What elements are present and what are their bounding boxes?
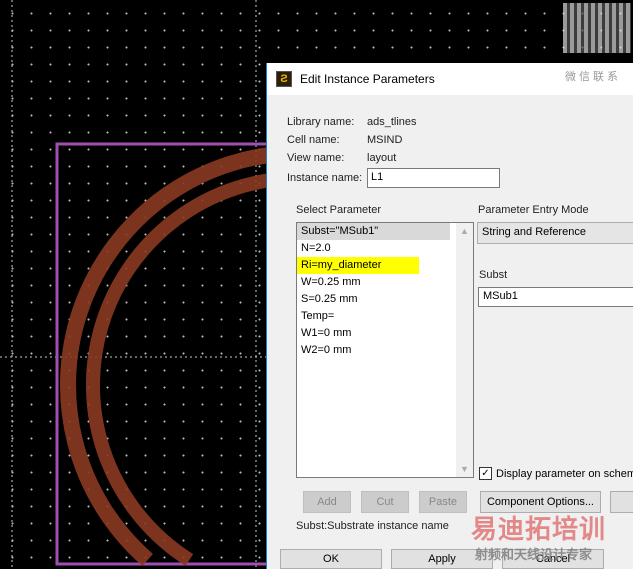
view-label: View name: (287, 152, 345, 164)
parameter-list-scrollbar[interactable]: ▲ ▼ (456, 223, 473, 477)
watermark-sub: 射频和天线设计专家 (475, 547, 593, 562)
library-value: ads_tlines (367, 116, 417, 128)
qr-caption: 微信联系 (565, 71, 621, 83)
entry-mode-label: Parameter Entry Mode (478, 204, 589, 216)
subst-input[interactable]: MSub1 (478, 287, 633, 307)
add-button[interactable]: Add (303, 491, 351, 513)
library-name-row: Library name: ads_tlines (287, 116, 417, 128)
checkbox-checked-icon[interactable]: ✓ (479, 467, 492, 480)
parameter-list[interactable]: Subst="MSub1" N=2.0 Ri=my_diameter W=0.2… (296, 222, 474, 478)
display-parameter-label: Display parameter on schematic (496, 467, 633, 480)
app-icon: Ƨ (276, 71, 292, 87)
ok-button[interactable]: OK (280, 549, 382, 569)
parameter-description: Subst:Substrate instance name (296, 520, 449, 532)
select-parameter-label: Select Parameter (296, 204, 381, 216)
watermark-main: 易迪拓培训 (471, 514, 607, 544)
scroll-up-icon[interactable]: ▲ (460, 226, 469, 236)
cut-button[interactable]: Cut (361, 491, 409, 513)
param-item-w[interactable]: W=0.25 mm (297, 274, 450, 291)
param-item-temp[interactable]: Temp= (297, 308, 450, 325)
instance-label: Instance name: (287, 172, 363, 184)
scroll-down-icon[interactable]: ▼ (460, 464, 469, 474)
cell-name-row: Cell name: MSIND (287, 134, 402, 146)
param-item-s[interactable]: S=0.25 mm (297, 291, 450, 308)
view-name-row: View name: layout (287, 152, 396, 164)
edit-instance-parameters-dialog: Ƨ Edit Instance Parameters Library name:… (266, 63, 633, 569)
param-item-w1[interactable]: W1=0 mm (297, 325, 450, 342)
subst-label: Subst (479, 269, 508, 281)
library-label: Library name: (287, 116, 355, 128)
dialog-title: Edit Instance Parameters (300, 72, 435, 86)
param-item-subst[interactable]: Subst="MSub1" (297, 223, 450, 240)
instance-name-input[interactable]: L1 (367, 168, 500, 188)
param-item-ri[interactable]: Ri=my_diameter (297, 257, 419, 274)
entry-mode-select[interactable]: String and Reference (477, 222, 633, 244)
view-value: layout (367, 152, 397, 164)
param-item-n[interactable]: N=2.0 (297, 240, 450, 257)
cell-value: MSIND (367, 134, 403, 146)
param-item-w2[interactable]: W2=0 mm (297, 342, 450, 359)
extra-button[interactable] (610, 491, 633, 513)
display-parameter-checkbox[interactable]: ✓ Display parameter on schematic (479, 467, 633, 480)
cell-label: Cell name: (287, 134, 340, 146)
paste-button[interactable]: Paste (419, 491, 467, 513)
qr-code (563, 3, 631, 53)
